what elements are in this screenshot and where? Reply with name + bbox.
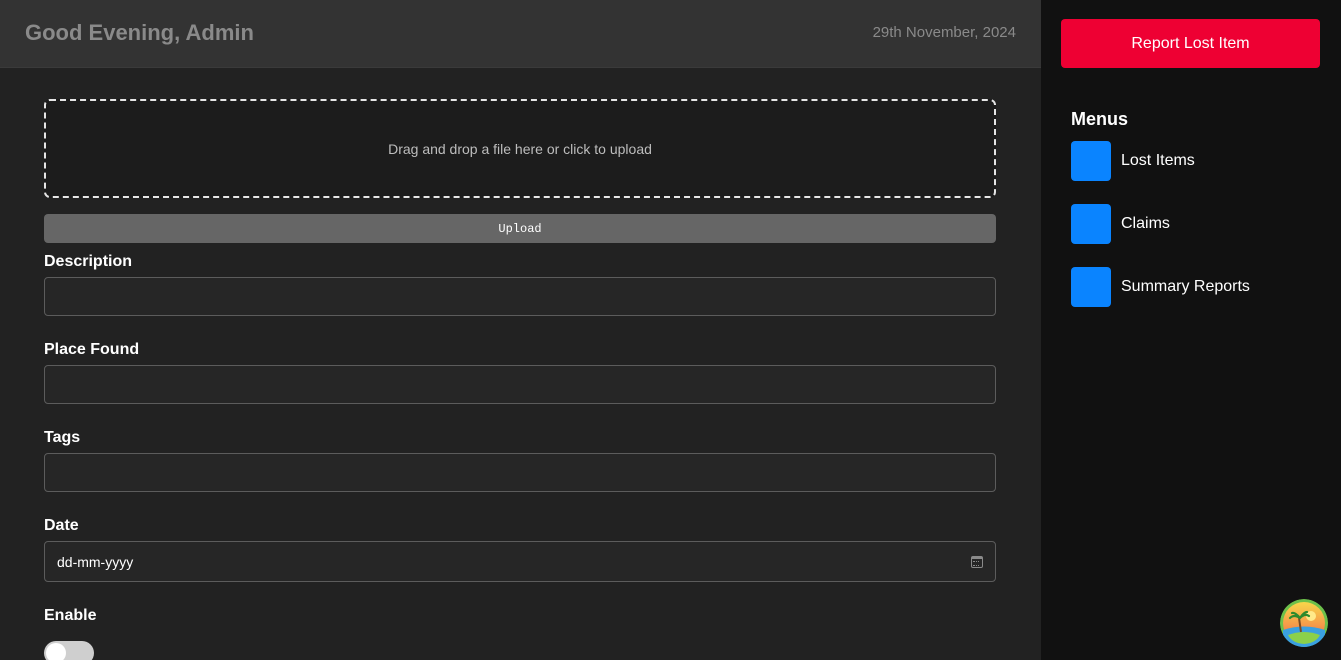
main-content: Good Evening, Admin 29th November, 2024 …	[0, 0, 1041, 660]
dropzone-text: Drag and drop a file here or click to up…	[388, 140, 652, 157]
top-header: Good Evening, Admin 29th November, 2024	[0, 0, 1041, 68]
sidebar-item-lost-items[interactable]: Lost Items	[1071, 141, 1195, 181]
tags-input[interactable]	[44, 453, 996, 492]
current-date: 29th November, 2024	[872, 24, 1016, 41]
place-found-input[interactable]	[44, 365, 996, 404]
menus-heading: Menus	[1071, 109, 1129, 129]
sidebar-item-summary-reports[interactable]: Summary Reports	[1071, 267, 1250, 307]
greeting-title: Good Evening, Admin	[25, 20, 254, 45]
description-input[interactable]	[44, 277, 996, 316]
enable-toggle[interactable]	[44, 641, 94, 660]
calendar-icon[interactable]	[971, 555, 983, 568]
summary-reports-icon	[1071, 267, 1111, 307]
app: Good Evening, Admin 29th November, 2024 …	[0, 0, 1341, 660]
lost-items-icon	[1071, 141, 1111, 181]
sidebar-item-label: Lost Items	[1121, 152, 1195, 169]
place-found-label: Place Found	[44, 341, 140, 358]
date-placeholder: dd-mm-yyyy	[57, 553, 134, 570]
sidebar-item-label: Summary Reports	[1121, 278, 1250, 295]
tags-label: Tags	[44, 429, 81, 446]
report-lost-item-button[interactable]: Report Lost Item	[1061, 19, 1320, 68]
date-input[interactable]: dd-mm-yyyy	[44, 541, 996, 582]
sidebar: Report Lost Item Menus Lost Items Claims…	[1041, 0, 1341, 660]
avatar-image	[1280, 599, 1328, 647]
claims-icon	[1071, 204, 1111, 244]
toggle-knob	[46, 643, 66, 660]
file-dropzone[interactable]: Drag and drop a file here or click to up…	[44, 99, 996, 198]
sidebar-item-claims[interactable]: Claims	[1071, 204, 1170, 244]
sidebar-item-label: Claims	[1121, 215, 1170, 232]
enable-label: Enable	[44, 607, 97, 624]
upload-button[interactable]: Upload	[44, 214, 996, 243]
date-label: Date	[44, 517, 79, 534]
avatar[interactable]	[1280, 599, 1328, 647]
description-label: Description	[44, 253, 133, 270]
